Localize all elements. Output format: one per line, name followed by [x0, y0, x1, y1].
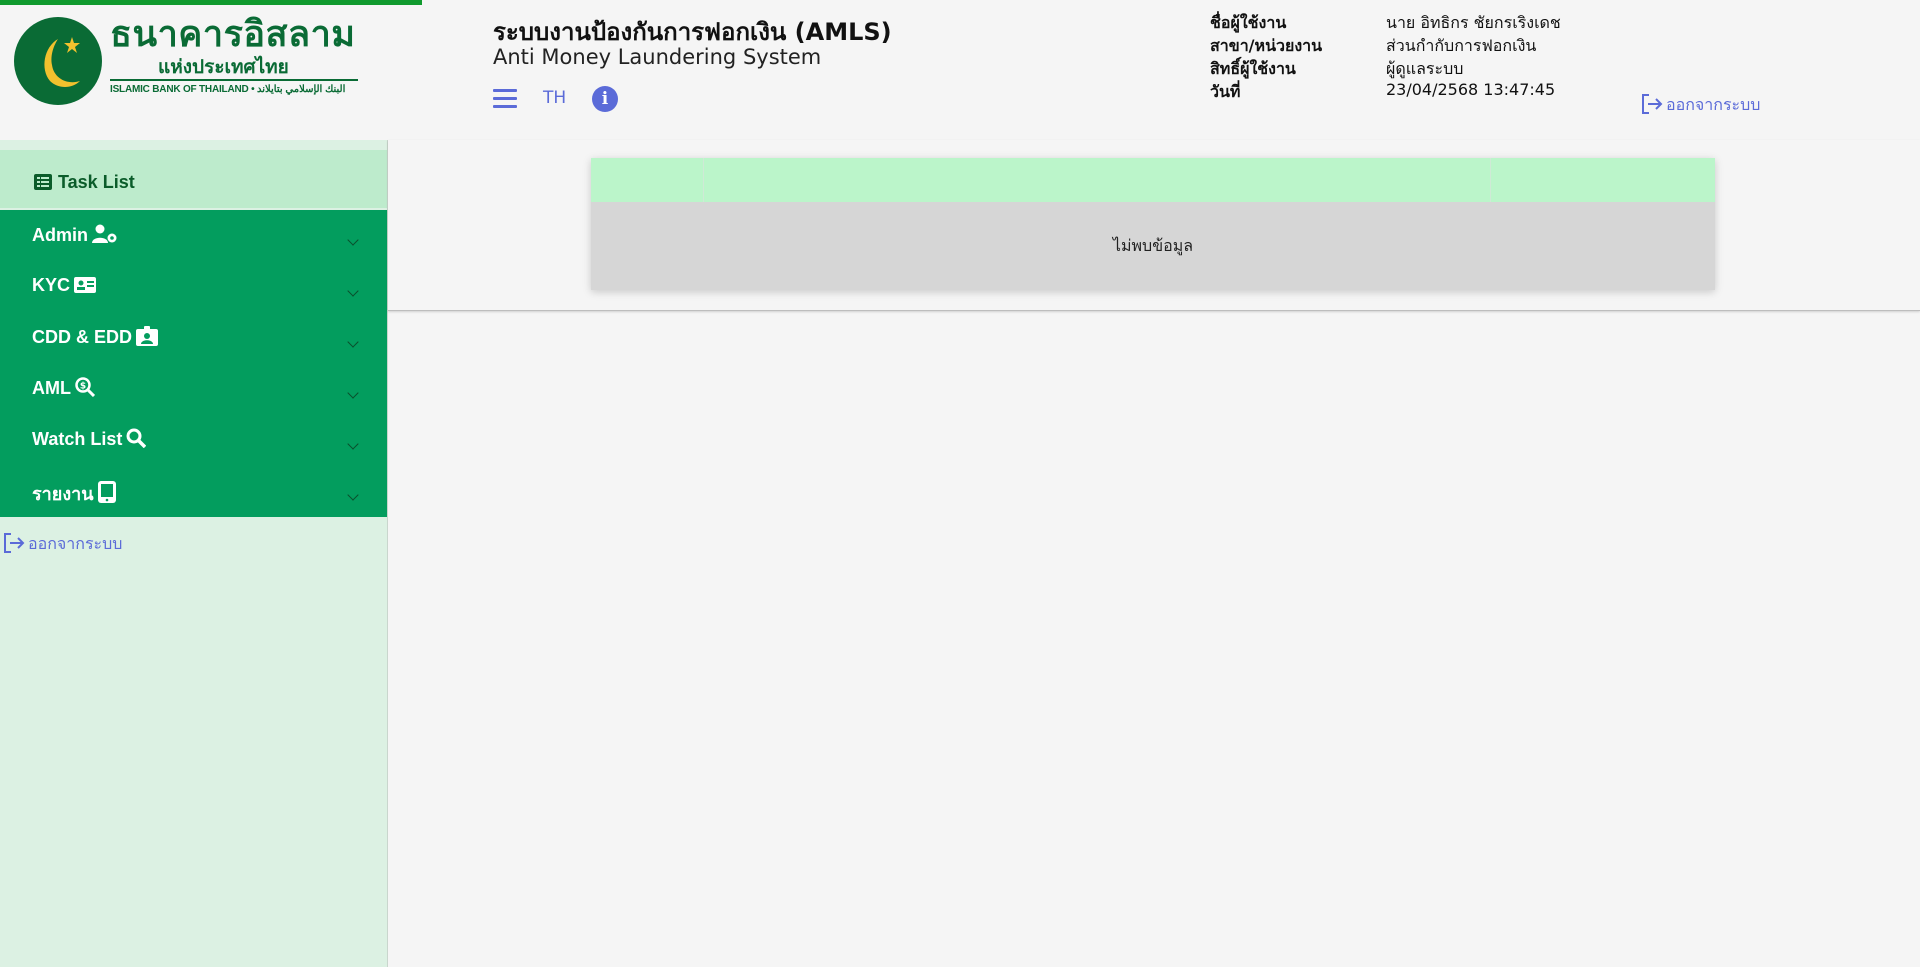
branch-label: สาขา/หน่วยงาน [1210, 36, 1323, 55]
table-header-cell[interactable] [591, 158, 704, 202]
date-value: 23/04/2568 13:47:45 [1386, 80, 1556, 99]
sidebar-item-kyc[interactable]: KYC [0, 261, 387, 312]
hamburger-icon[interactable] [493, 89, 517, 108]
logout-label: ออกจากระบบ [28, 534, 123, 553]
info-icon[interactable]: i [592, 86, 618, 112]
list-icon [34, 174, 52, 190]
bank-logo[interactable]: ธนาคารอิสลาม แห่งประเทศไทย ISLAMIC BANK … [14, 14, 364, 106]
id-badge-icon [136, 326, 159, 346]
username-value: นาย อิทธิกร ชัยกรเริงเดช [1386, 13, 1561, 32]
table-header-cell[interactable] [704, 158, 1491, 202]
chevron-down-icon [347, 336, 359, 348]
svg-text:$: $ [80, 382, 86, 392]
logo-wordmark: ธนาคารอิสลาม แห่งประเทศไทย ISLAMIC BANK … [110, 14, 358, 95]
sidebar-item-cdd-edd[interactable]: CDD & EDD [0, 312, 387, 363]
tablet-icon [97, 481, 116, 503]
role-value: ผู้ดูแลระบบ [1386, 59, 1464, 78]
role-label: สิทธิ์ผู้ใช้งาน [1210, 59, 1296, 78]
language-toggle[interactable]: TH [543, 88, 566, 108]
chevron-down-icon [347, 285, 359, 297]
loading-progress-fill [0, 0, 423, 5]
search-icon [126, 428, 147, 449]
crescent-logo-icon [14, 17, 102, 105]
task-list-label: Task List [58, 172, 135, 192]
logo-name-th-line2: แห่งประเทศไทย [158, 56, 289, 78]
app-header: ธนาคารอิสลาม แห่งประเทศไทย ISLAMIC BANK … [0, 0, 1920, 140]
logout-label: ออกจากระบบ [1666, 95, 1761, 114]
sidebar-item-label: Admin [32, 225, 88, 245]
table-header [591, 158, 1715, 202]
sidebar-item-watch-list[interactable]: Watch List [0, 414, 387, 465]
logout-button-sidebar[interactable]: ออกจากระบบ [2, 532, 122, 557]
chevron-down-icon [347, 438, 359, 450]
table-header-cell[interactable] [1491, 158, 1715, 202]
table-empty-message: ไม่พบข้อมูล [591, 202, 1715, 290]
sidebar-item-label: CDD & EDD [32, 327, 133, 347]
sidebar: Task List Admin KYC CDD & EDD AML $ Watc… [0, 140, 388, 967]
sidebar-item-label: Watch List [32, 429, 123, 449]
branch-value: ส่วนกำกับการฟอกเงิน [1386, 36, 1537, 55]
date-label: วันที่ [1210, 82, 1241, 101]
sidebar-item-reports[interactable]: รายงาน [0, 465, 387, 516]
sidebar-menu: Admin KYC CDD & EDD AML $ Watch List ราย… [0, 210, 387, 517]
chevron-down-icon [347, 489, 359, 501]
loading-progress-bar [0, 0, 1920, 5]
id-card-icon [74, 277, 97, 293]
page-subtitle: Anti Money Laundering System [493, 45, 822, 69]
sidebar-item-label: AML [32, 378, 71, 398]
chevron-down-icon [347, 387, 359, 399]
logo-name-th: ธนาคารอิสลาม [110, 14, 356, 55]
sidebar-item-task-list[interactable]: Task List [0, 150, 387, 208]
username-label: ชื่อผู้ใช้งาน [1210, 13, 1287, 32]
logout-icon [4, 533, 25, 553]
task-table: ไม่พบข้อมูล [591, 158, 1715, 290]
sidebar-item-aml[interactable]: AML $ [0, 363, 387, 414]
user-gear-icon [92, 224, 117, 243]
sidebar-item-label: KYC [32, 275, 71, 295]
sidebar-item-label: รายงาน [32, 484, 94, 504]
chevron-down-icon [347, 234, 359, 246]
sidebar-item-admin[interactable]: Admin [0, 210, 387, 261]
logout-button-header[interactable]: ออกจากระบบ [1640, 93, 1760, 118]
logo-name-en: ISLAMIC BANK OF THAILAND • البنك الإسلام… [110, 79, 358, 95]
main-panel: ไม่พบข้อมูล [388, 140, 1920, 311]
search-dollar-icon: $ [75, 377, 96, 398]
logout-icon [1642, 94, 1663, 114]
